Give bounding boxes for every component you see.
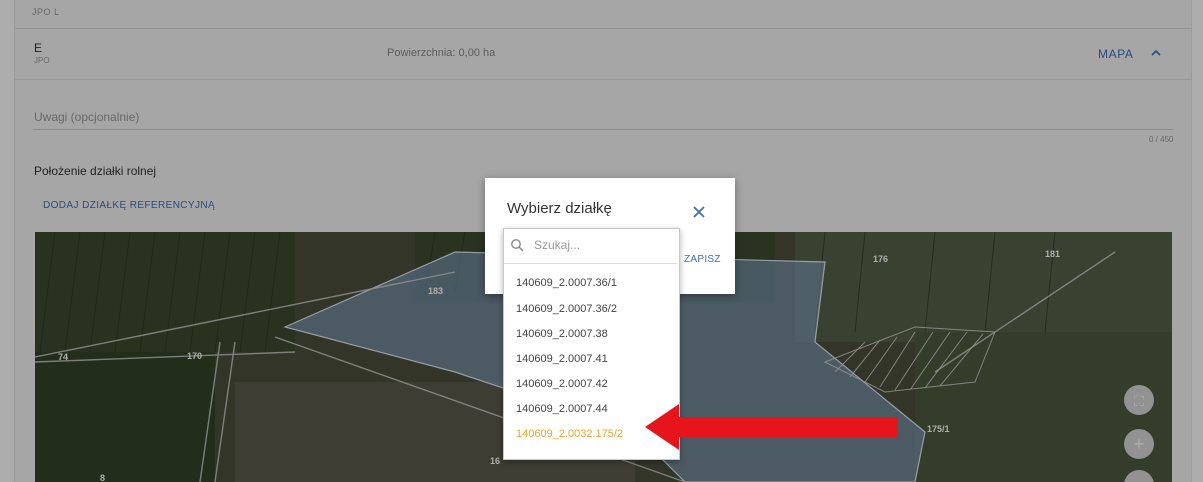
list-item[interactable]: 140609_2.0007.36/1 <box>516 277 617 289</box>
search-icon <box>511 239 524 252</box>
save-button[interactable]: ZAPISZ <box>684 254 721 265</box>
red-arrow-annotation <box>645 404 897 450</box>
close-icon[interactable] <box>692 205 706 219</box>
list-item[interactable]: 140609_2.0007.36/2 <box>516 303 617 315</box>
dialog-title: Wybierz działkę <box>507 200 612 217</box>
search-box <box>504 229 677 264</box>
search-input[interactable] <box>534 235 674 255</box>
list-item[interactable]: 140609_2.0007.44 <box>516 403 608 415</box>
list-item[interactable]: 140609_2.0007.42 <box>516 378 608 390</box>
list-item-highlighted[interactable]: 140609_2.0032.175/2 <box>516 428 623 440</box>
list-item[interactable]: 140609_2.0007.38 <box>516 328 608 340</box>
list-item[interactable]: 140609_2.0007.41 <box>516 353 608 365</box>
